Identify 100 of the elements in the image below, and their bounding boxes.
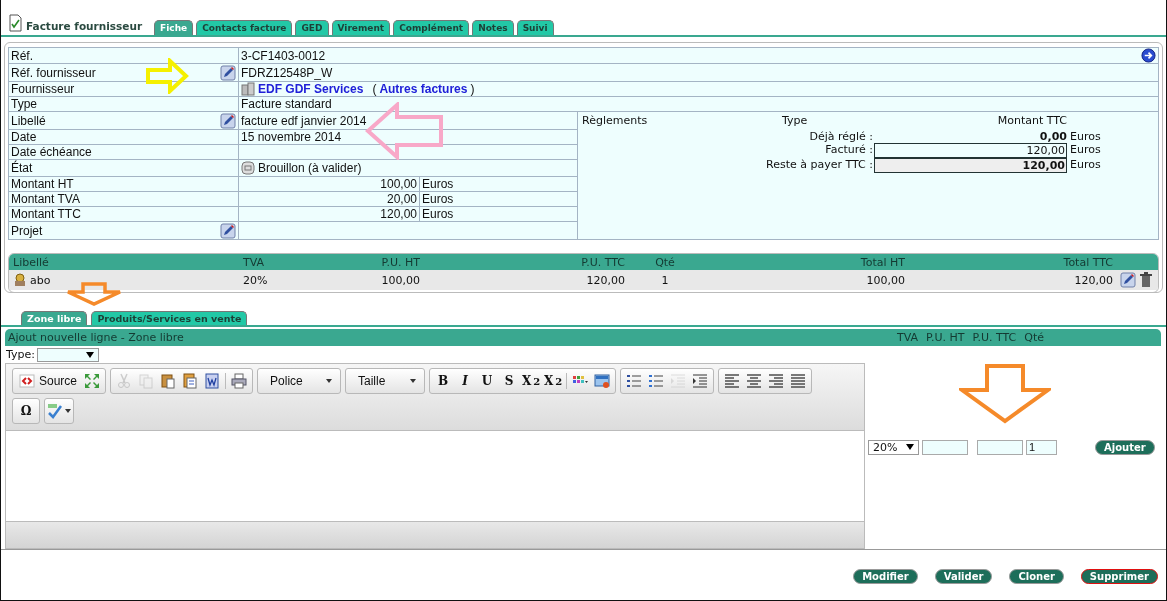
- edit-icon[interactable]: [1120, 272, 1136, 288]
- table-cell-text: 100,00: [380, 273, 420, 287]
- unit-price-field[interactable]: [922, 439, 968, 455]
- column-heading: Qté: [654, 255, 676, 269]
- annotation-arrow: [145, 58, 189, 94]
- tab[interactable]: GED: [295, 20, 329, 35]
- column-heading: Total HT: [859, 255, 905, 269]
- column-heading: Type: [782, 114, 809, 129]
- tab[interactable]: Notes: [472, 20, 514, 35]
- column-heading: TVA: [243, 255, 266, 269]
- table-cell-text: 1: [660, 273, 670, 287]
- bullet-list-icon: [648, 373, 665, 389]
- action-button[interactable]: Supprimer: [1080, 569, 1158, 584]
- indent-icon: [692, 373, 709, 389]
- currency-label: Euros: [1069, 158, 1102, 173]
- other-invoices-link[interactable]: Autres factures: [379, 82, 468, 96]
- format-button[interactable]: S: [498, 370, 521, 392]
- field-value: 15 novembre 2014: [238, 129, 578, 145]
- status-text: Brouillon (à valider): [258, 161, 362, 175]
- align-left-icon: [724, 373, 741, 389]
- edit-icon[interactable]: [220, 223, 236, 239]
- status-icon: [241, 161, 255, 175]
- company-icon: [241, 82, 255, 96]
- column-heading: Total TTC: [1062, 255, 1113, 269]
- payment-label: Reste à payer TTC :: [765, 158, 874, 173]
- caret-icon: [410, 379, 417, 383]
- type-select[interactable]: [37, 347, 99, 362]
- tab[interactable]: Contacts facture: [196, 20, 293, 35]
- print-icon: [231, 373, 248, 389]
- maximize-icon: [84, 373, 101, 389]
- add-button[interactable]: Ajouter: [1095, 439, 1155, 455]
- delete-icon[interactable]: [1139, 272, 1153, 288]
- cut-icon: [116, 373, 133, 389]
- amount-value: 100,00: [238, 176, 420, 192]
- field-label: Réf. fournisseur: [8, 63, 239, 82]
- vat-select[interactable]: 20%: [868, 439, 919, 455]
- column-heading: TVA: [897, 331, 919, 344]
- column-heading: Règlements: [582, 114, 649, 129]
- tab[interactable]: Produits/Services en vente: [91, 311, 248, 325]
- currency-label: Euros: [419, 191, 578, 207]
- column-heading: P.U. HT: [926, 331, 965, 344]
- next-arrow-icon[interactable]: [1141, 48, 1156, 63]
- table-cell-text: 120,00: [1073, 273, 1113, 287]
- paste-text-icon: [182, 373, 199, 389]
- copy-icon: [138, 373, 155, 389]
- align-right-icon: [768, 373, 785, 389]
- format-button[interactable]: I: [454, 370, 477, 392]
- field-label: Montant TTC: [8, 206, 239, 222]
- format-button[interactable]: Ω: [15, 400, 37, 422]
- caret-icon: [86, 351, 94, 358]
- payment-label: Facturé :: [824, 143, 874, 158]
- image-icon: [594, 373, 611, 389]
- paren: ): [470, 82, 475, 96]
- table-cell-text: 100,00: [865, 273, 905, 287]
- value-text: Facture standard: [241, 97, 332, 111]
- table-cell: abo: [30, 273, 51, 287]
- format-button[interactable]: U: [476, 370, 499, 392]
- table-cell-text: 20%: [243, 273, 269, 287]
- product-icon: [13, 273, 27, 287]
- column-heading: P.U. TTC: [972, 331, 1017, 344]
- field-label: Montant HT: [8, 176, 239, 192]
- tab[interactable]: Complément: [393, 20, 470, 35]
- page-title: Facture fournisseur: [26, 20, 143, 32]
- table-cell-text: 120,00: [585, 273, 625, 287]
- section-title: Ajout nouvelle ligne - Zone libre: [7, 331, 185, 344]
- caret-icon: [906, 444, 914, 450]
- spellcheck-icon: [47, 403, 63, 419]
- edit-icon[interactable]: [220, 113, 236, 129]
- field-label: Date échéance: [8, 144, 239, 160]
- currency-label: Euros: [419, 176, 578, 192]
- value-text: FDRZ12548P_W: [241, 65, 333, 80]
- field-label: Projet: [8, 221, 239, 240]
- action-button[interactable]: Cloner: [1009, 569, 1064, 584]
- source-button[interactable]: Source: [15, 370, 82, 392]
- field-label: Fournisseur: [8, 81, 239, 97]
- source-icon: [19, 373, 35, 389]
- field-label: Type: [8, 96, 239, 112]
- currency-label: Euros: [1069, 143, 1102, 158]
- caret-icon: [326, 379, 333, 383]
- amount-value: 120,00: [238, 206, 420, 222]
- edit-icon[interactable]: [220, 65, 236, 81]
- tab[interactable]: Virement: [331, 20, 391, 35]
- font-dropdown[interactable]: Police: [260, 374, 339, 388]
- field-label: Libellé: [8, 111, 239, 130]
- unit-price-ttc-field[interactable]: [977, 439, 1023, 455]
- field-label: Réf.: [8, 47, 239, 64]
- payment-amount: 120,00: [874, 158, 1067, 173]
- annotation-arrow: [65, 282, 123, 306]
- action-button[interactable]: Valider: [934, 569, 993, 584]
- format-button[interactable]: B: [432, 370, 455, 392]
- column-heading: P.U. TTC: [580, 255, 625, 269]
- paste-icon: [160, 373, 177, 389]
- font-dropdown[interactable]: Taille: [348, 374, 423, 388]
- action-button[interactable]: Modifier: [853, 569, 918, 584]
- quantity-field[interactable]: 1: [1026, 439, 1057, 455]
- supplier-link[interactable]: EDF GDF Services: [258, 82, 364, 96]
- column-heading: Libellé: [13, 255, 50, 269]
- paste-word-icon: [204, 373, 221, 389]
- field-label: État: [8, 159, 239, 177]
- tab[interactable]: Suivi: [516, 20, 554, 35]
